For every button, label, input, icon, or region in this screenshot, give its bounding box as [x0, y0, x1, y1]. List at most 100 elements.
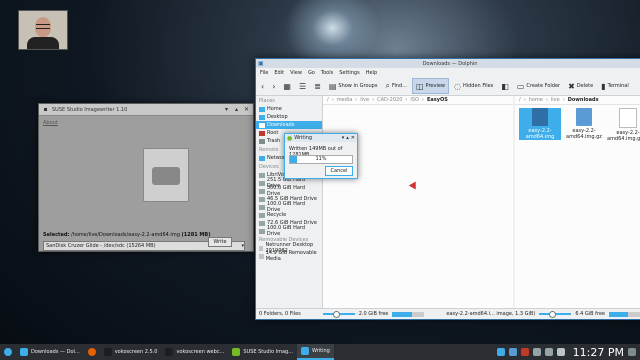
task-dolphin[interactable]: Downloads — Dol...: [16, 344, 84, 360]
crumb-current[interactable]: EasyOS: [427, 97, 448, 103]
space-bar-right: [609, 311, 640, 317]
status-left-free: 2.0 GiB free: [358, 311, 389, 317]
imagewriter-titlebar[interactable]: ▪ SUSE Studio Imagewriter 1.10 ▾ ▴ ✕: [39, 104, 253, 116]
dolphin-titlebar[interactable]: ▣ Downloads — Dolphin: [256, 59, 640, 68]
icons-view-button[interactable]: ▦: [280, 79, 294, 93]
webcam-overlay[interactable]: [18, 10, 68, 50]
menu-tools[interactable]: Tools: [321, 70, 333, 76]
preview-icon: ◫: [415, 81, 424, 91]
writing-task-icon: [300, 347, 309, 355]
expand-tray-icon[interactable]: [556, 348, 565, 356]
minimize-icon[interactable]: ▾: [223, 106, 230, 113]
imagewriter-title: SUSE Studio Imagewriter 1.10: [52, 106, 128, 113]
crumb[interactable]: media: [337, 97, 353, 103]
downloads-icon: [259, 122, 265, 128]
places-item-desktop[interactable]: Desktop: [256, 113, 322, 121]
menu-go[interactable]: Go: [308, 70, 315, 76]
crumb[interactable]: home: [529, 97, 543, 103]
maximize-icon[interactable]: ▴: [346, 135, 349, 141]
clipboard-icon[interactable]: [496, 348, 505, 356]
menu-settings[interactable]: Settings: [339, 70, 360, 76]
task-vokoscreen[interactable]: vokoscreen 2.5.0: [100, 344, 162, 360]
crumb[interactable]: live: [551, 97, 560, 103]
split-button[interactable]: ◧: [498, 79, 512, 93]
terminal-button[interactable]: ▮ Terminal: [598, 79, 632, 93]
vokoscreen-icon: [103, 348, 112, 356]
close-icon[interactable]: ✕: [243, 106, 250, 113]
write-button[interactable]: Write: [208, 237, 232, 247]
create-folder-button[interactable]: ▭ Create Folder: [514, 79, 563, 93]
crumb[interactable]: live: [360, 97, 369, 103]
task-imagewriter[interactable]: SUSE Studio Imag...: [228, 344, 297, 360]
folder-new-icon: ▭: [516, 81, 525, 91]
details-view-button[interactable]: ≣: [311, 79, 324, 93]
left-file-pane[interactable]: / › media › live › CAD-2020 › ISO › EasyOS: [323, 96, 513, 309]
right-file-pane[interactable]: / › home › live › Downloads easy-2.2-amd64.…: [515, 96, 640, 309]
file-item[interactable]: easy-2.2-amd64.img.gz.md5.txt: [607, 108, 640, 142]
file-item[interactable]: easy-2.2-amd64.img.gz: [563, 108, 605, 140]
file-item[interactable]: easy-2.2-amd64.img: [519, 108, 561, 140]
places-item-home[interactable]: Home: [256, 105, 322, 113]
close-icon[interactable]: ✕: [351, 135, 355, 141]
app-launcher-button[interactable]: [0, 344, 16, 360]
zoom-slider-right[interactable]: [539, 311, 572, 318]
places-item-downloads[interactable]: Downloads: [256, 121, 322, 129]
find-button[interactable]: ⌕ Find...: [382, 79, 410, 93]
show-desktop-icon[interactable]: [628, 348, 636, 356]
delete-button[interactable]: ✖ Delete: [565, 79, 596, 93]
removable-item[interactable]: 14.9 GiB Removable Media: [256, 250, 322, 262]
crumb-current[interactable]: Downloads: [568, 97, 599, 103]
forward-button[interactable]: ›: [269, 79, 278, 93]
compact-view-button[interactable]: ☰: [296, 79, 309, 93]
webcam-person-glasses: [36, 24, 50, 29]
delete-label: Delete: [576, 83, 594, 89]
show-in-groups-label: Show in Groups: [338, 83, 378, 89]
system-tray: 11:27 PM: [496, 346, 640, 359]
app-menu-icon[interactable]: ▪: [42, 106, 49, 113]
launcher-icon: [4, 348, 12, 356]
clock[interactable]: 11:27 PM: [573, 346, 624, 359]
hidden-files-icon: ◌: [454, 81, 461, 91]
crumb[interactable]: ISO: [410, 97, 419, 103]
maximize-icon[interactable]: ▴: [233, 106, 240, 113]
task-firefox[interactable]: [84, 344, 100, 360]
selected-image-text: Selected: /home/live/Downloads/easy-2.2-…: [43, 232, 210, 238]
zoom-slider-left[interactable]: [322, 311, 355, 318]
record-icon[interactable]: [520, 348, 529, 356]
device-notifier-icon[interactable]: [544, 348, 553, 356]
crumb-root[interactable]: /: [327, 97, 329, 103]
drive-icon: [259, 172, 265, 178]
find-label: Find...: [391, 83, 407, 89]
menu-file[interactable]: File: [260, 70, 268, 76]
back-button[interactable]: ‹: [258, 79, 267, 93]
webcam-person-body: [27, 37, 59, 49]
network-tray-icon[interactable]: [508, 348, 517, 356]
show-in-groups-button[interactable]: ▤ Show in Groups: [326, 79, 381, 93]
right-breadcrumb: / › home › live › Downloads: [515, 96, 640, 105]
crumb[interactable]: CAD-2020: [377, 97, 402, 103]
places-item-label: Downloads: [267, 122, 295, 128]
minimize-icon[interactable]: ▾: [342, 135, 345, 141]
task-writing[interactable]: Writing: [296, 344, 334, 360]
device-item[interactable]: 300.0 GiB Hard Drive: [256, 185, 322, 197]
desktop-icon: [259, 114, 265, 120]
menu-help[interactable]: Help: [366, 70, 377, 76]
volume-icon[interactable]: [532, 348, 541, 356]
menu-edit[interactable]: Edit: [274, 70, 284, 76]
device-item[interactable]: 100.0 GiB Hard Drive: [256, 201, 322, 213]
crumb-root[interactable]: /: [519, 97, 521, 103]
cancel-button[interactable]: Cancel: [325, 166, 353, 176]
task-vokoscreen-webcam[interactable]: vokoscreen webc...: [161, 344, 228, 360]
compact-icon: ☰: [298, 81, 307, 91]
task-label: Downloads — Dol...: [31, 349, 80, 355]
dolphin-app-icon[interactable]: ▣: [258, 60, 264, 67]
writing-titlebar[interactable]: ● Writing ▾ ▴ ✕: [285, 134, 357, 142]
hidden-files-button[interactable]: ◌ Hidden Files: [451, 79, 496, 93]
task-label: Writing: [311, 348, 330, 354]
device-item[interactable]: 100.0 GiB Hard Drive: [256, 225, 322, 237]
about-link[interactable]: About: [43, 120, 58, 126]
home-icon: [259, 106, 265, 112]
menu-view[interactable]: View: [290, 70, 302, 76]
preview-button[interactable]: ◫ Preview: [411, 78, 449, 94]
drive-icon: [259, 220, 265, 226]
